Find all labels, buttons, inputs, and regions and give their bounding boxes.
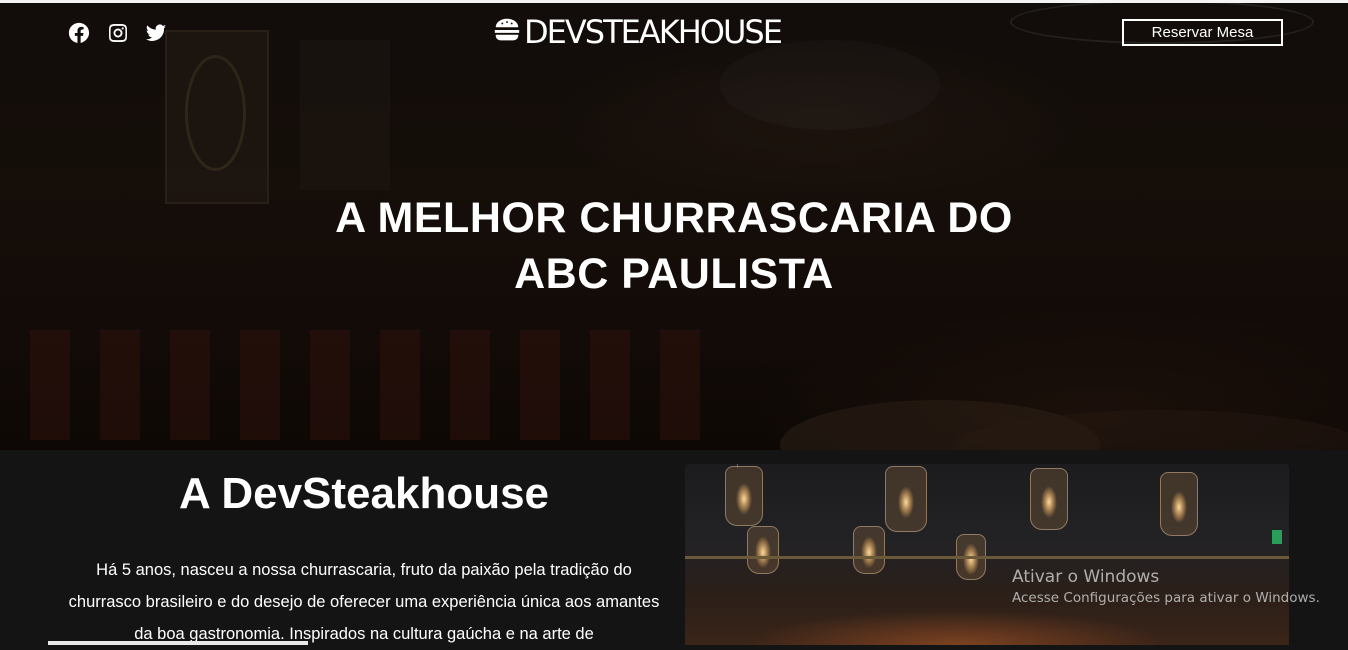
- lamp-bulb: [1030, 468, 1068, 530]
- site-logo[interactable]: DEVSTEAKHOUSE: [492, 12, 783, 52]
- lamp-bulb: [725, 466, 763, 526]
- about-title: A DevSteakhouse: [178, 469, 550, 518]
- hero-section: DEVSTEAKHOUSE Reservar Mesa A MELHOR CHU…: [0, 0, 1348, 450]
- scroll-indicator: [48, 641, 308, 645]
- hero-title-line2: ABC PAULISTA: [514, 250, 834, 298]
- windows-activation-watermark: Ativar o Windows Acesse Configurações pa…: [1012, 566, 1320, 608]
- exit-sign: [1272, 530, 1282, 544]
- about-text: Há 5 anos, nasceu a nossa churrascaria, …: [68, 561, 660, 643]
- reserve-table-button[interactable]: Reservar Mesa: [1122, 19, 1283, 46]
- instagram-icon[interactable]: [107, 22, 129, 44]
- about-image: [685, 464, 1289, 645]
- watermark-title: Ativar o Windows: [1012, 567, 1160, 587]
- twitter-icon[interactable]: [145, 22, 167, 44]
- top-border: [0, 0, 1348, 3]
- logo-text: DEVSTEAKHOUSE: [524, 13, 783, 51]
- lamp-bulb: [885, 466, 927, 532]
- facebook-icon[interactable]: [68, 22, 90, 44]
- burger-icon: [492, 15, 524, 50]
- lamp-bulb: [1160, 472, 1198, 536]
- watermark-subtitle: Acesse Configurações para ativar o Windo…: [1012, 590, 1320, 606]
- hero-title: A MELHOR CHURRASCARIA DO ABC PAULISTA: [274, 190, 1074, 302]
- lamp-bulb: [747, 526, 779, 574]
- lamp-bulb: [853, 526, 885, 574]
- hero-title-line1: A MELHOR CHURRASCARIA DO: [335, 194, 1013, 242]
- bar-shelf: [685, 556, 1289, 559]
